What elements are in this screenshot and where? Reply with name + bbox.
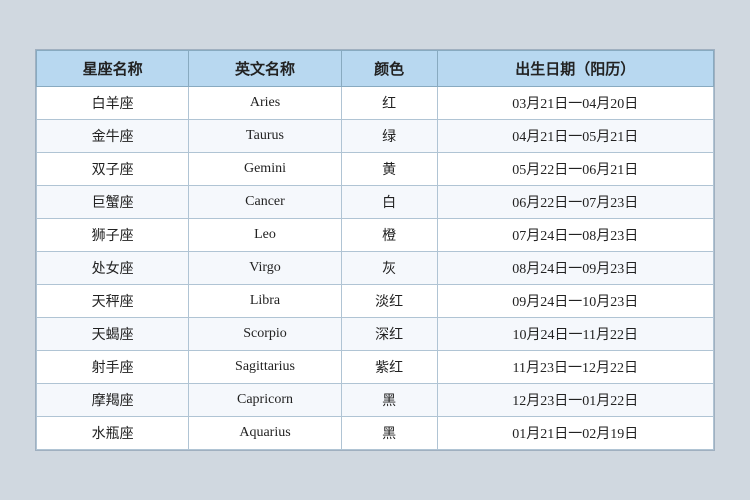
zodiac-table: 星座名称 英文名称 颜色 出生日期（阳历） 白羊座Aries红03月21日一04… [36,50,714,450]
table-header-row: 星座名称 英文名称 颜色 出生日期（阳历） [37,51,714,87]
cell-chinese: 射手座 [37,351,189,384]
cell-color: 紫红 [341,351,437,384]
cell-dates: 04月21日一05月21日 [437,120,713,153]
cell-english: Taurus [189,120,341,153]
cell-chinese: 巨蟹座 [37,186,189,219]
table-row: 白羊座Aries红03月21日一04月20日 [37,87,714,120]
cell-chinese: 天秤座 [37,285,189,318]
cell-color: 橙 [341,219,437,252]
table-row: 射手座Sagittarius紫红11月23日一12月22日 [37,351,714,384]
table-row: 狮子座Leo橙07月24日一08月23日 [37,219,714,252]
table-body: 白羊座Aries红03月21日一04月20日金牛座Taurus绿04月21日一0… [37,87,714,450]
cell-english: Gemini [189,153,341,186]
cell-color: 淡红 [341,285,437,318]
cell-chinese: 天蝎座 [37,318,189,351]
table-row: 天秤座Libra淡红09月24日一10月23日 [37,285,714,318]
cell-chinese: 狮子座 [37,219,189,252]
cell-english: Virgo [189,252,341,285]
cell-dates: 06月22日一07月23日 [437,186,713,219]
cell-dates: 12月23日一01月22日 [437,384,713,417]
col-header-english: 英文名称 [189,51,341,87]
table-row: 双子座Gemini黄05月22日一06月21日 [37,153,714,186]
cell-dates: 07月24日一08月23日 [437,219,713,252]
cell-dates: 08月24日一09月23日 [437,252,713,285]
cell-dates: 11月23日一12月22日 [437,351,713,384]
cell-chinese: 摩羯座 [37,384,189,417]
cell-dates: 01月21日一02月19日 [437,417,713,450]
cell-dates: 09月24日一10月23日 [437,285,713,318]
cell-color: 白 [341,186,437,219]
table-row: 处女座Virgo灰08月24日一09月23日 [37,252,714,285]
table-row: 摩羯座Capricorn黑12月23日一01月22日 [37,384,714,417]
cell-dates: 05月22日一06月21日 [437,153,713,186]
table-row: 水瓶座Aquarius黑01月21日一02月19日 [37,417,714,450]
cell-color: 灰 [341,252,437,285]
cell-chinese: 双子座 [37,153,189,186]
cell-chinese: 处女座 [37,252,189,285]
col-header-color: 颜色 [341,51,437,87]
table-row: 天蝎座Scorpio深红10月24日一11月22日 [37,318,714,351]
zodiac-table-container: 星座名称 英文名称 颜色 出生日期（阳历） 白羊座Aries红03月21日一04… [35,49,715,451]
cell-english: Scorpio [189,318,341,351]
cell-english: Cancer [189,186,341,219]
col-header-dates: 出生日期（阳历） [437,51,713,87]
cell-color: 黑 [341,384,437,417]
cell-chinese: 白羊座 [37,87,189,120]
cell-english: Capricorn [189,384,341,417]
col-header-chinese: 星座名称 [37,51,189,87]
cell-english: Libra [189,285,341,318]
cell-english: Aries [189,87,341,120]
table-row: 金牛座Taurus绿04月21日一05月21日 [37,120,714,153]
cell-dates: 03月21日一04月20日 [437,87,713,120]
cell-chinese: 水瓶座 [37,417,189,450]
cell-color: 绿 [341,120,437,153]
table-row: 巨蟹座Cancer白06月22日一07月23日 [37,186,714,219]
cell-color: 深红 [341,318,437,351]
cell-english: Leo [189,219,341,252]
cell-chinese: 金牛座 [37,120,189,153]
cell-english: Aquarius [189,417,341,450]
cell-dates: 10月24日一11月22日 [437,318,713,351]
cell-color: 黑 [341,417,437,450]
cell-color: 红 [341,87,437,120]
cell-english: Sagittarius [189,351,341,384]
cell-color: 黄 [341,153,437,186]
